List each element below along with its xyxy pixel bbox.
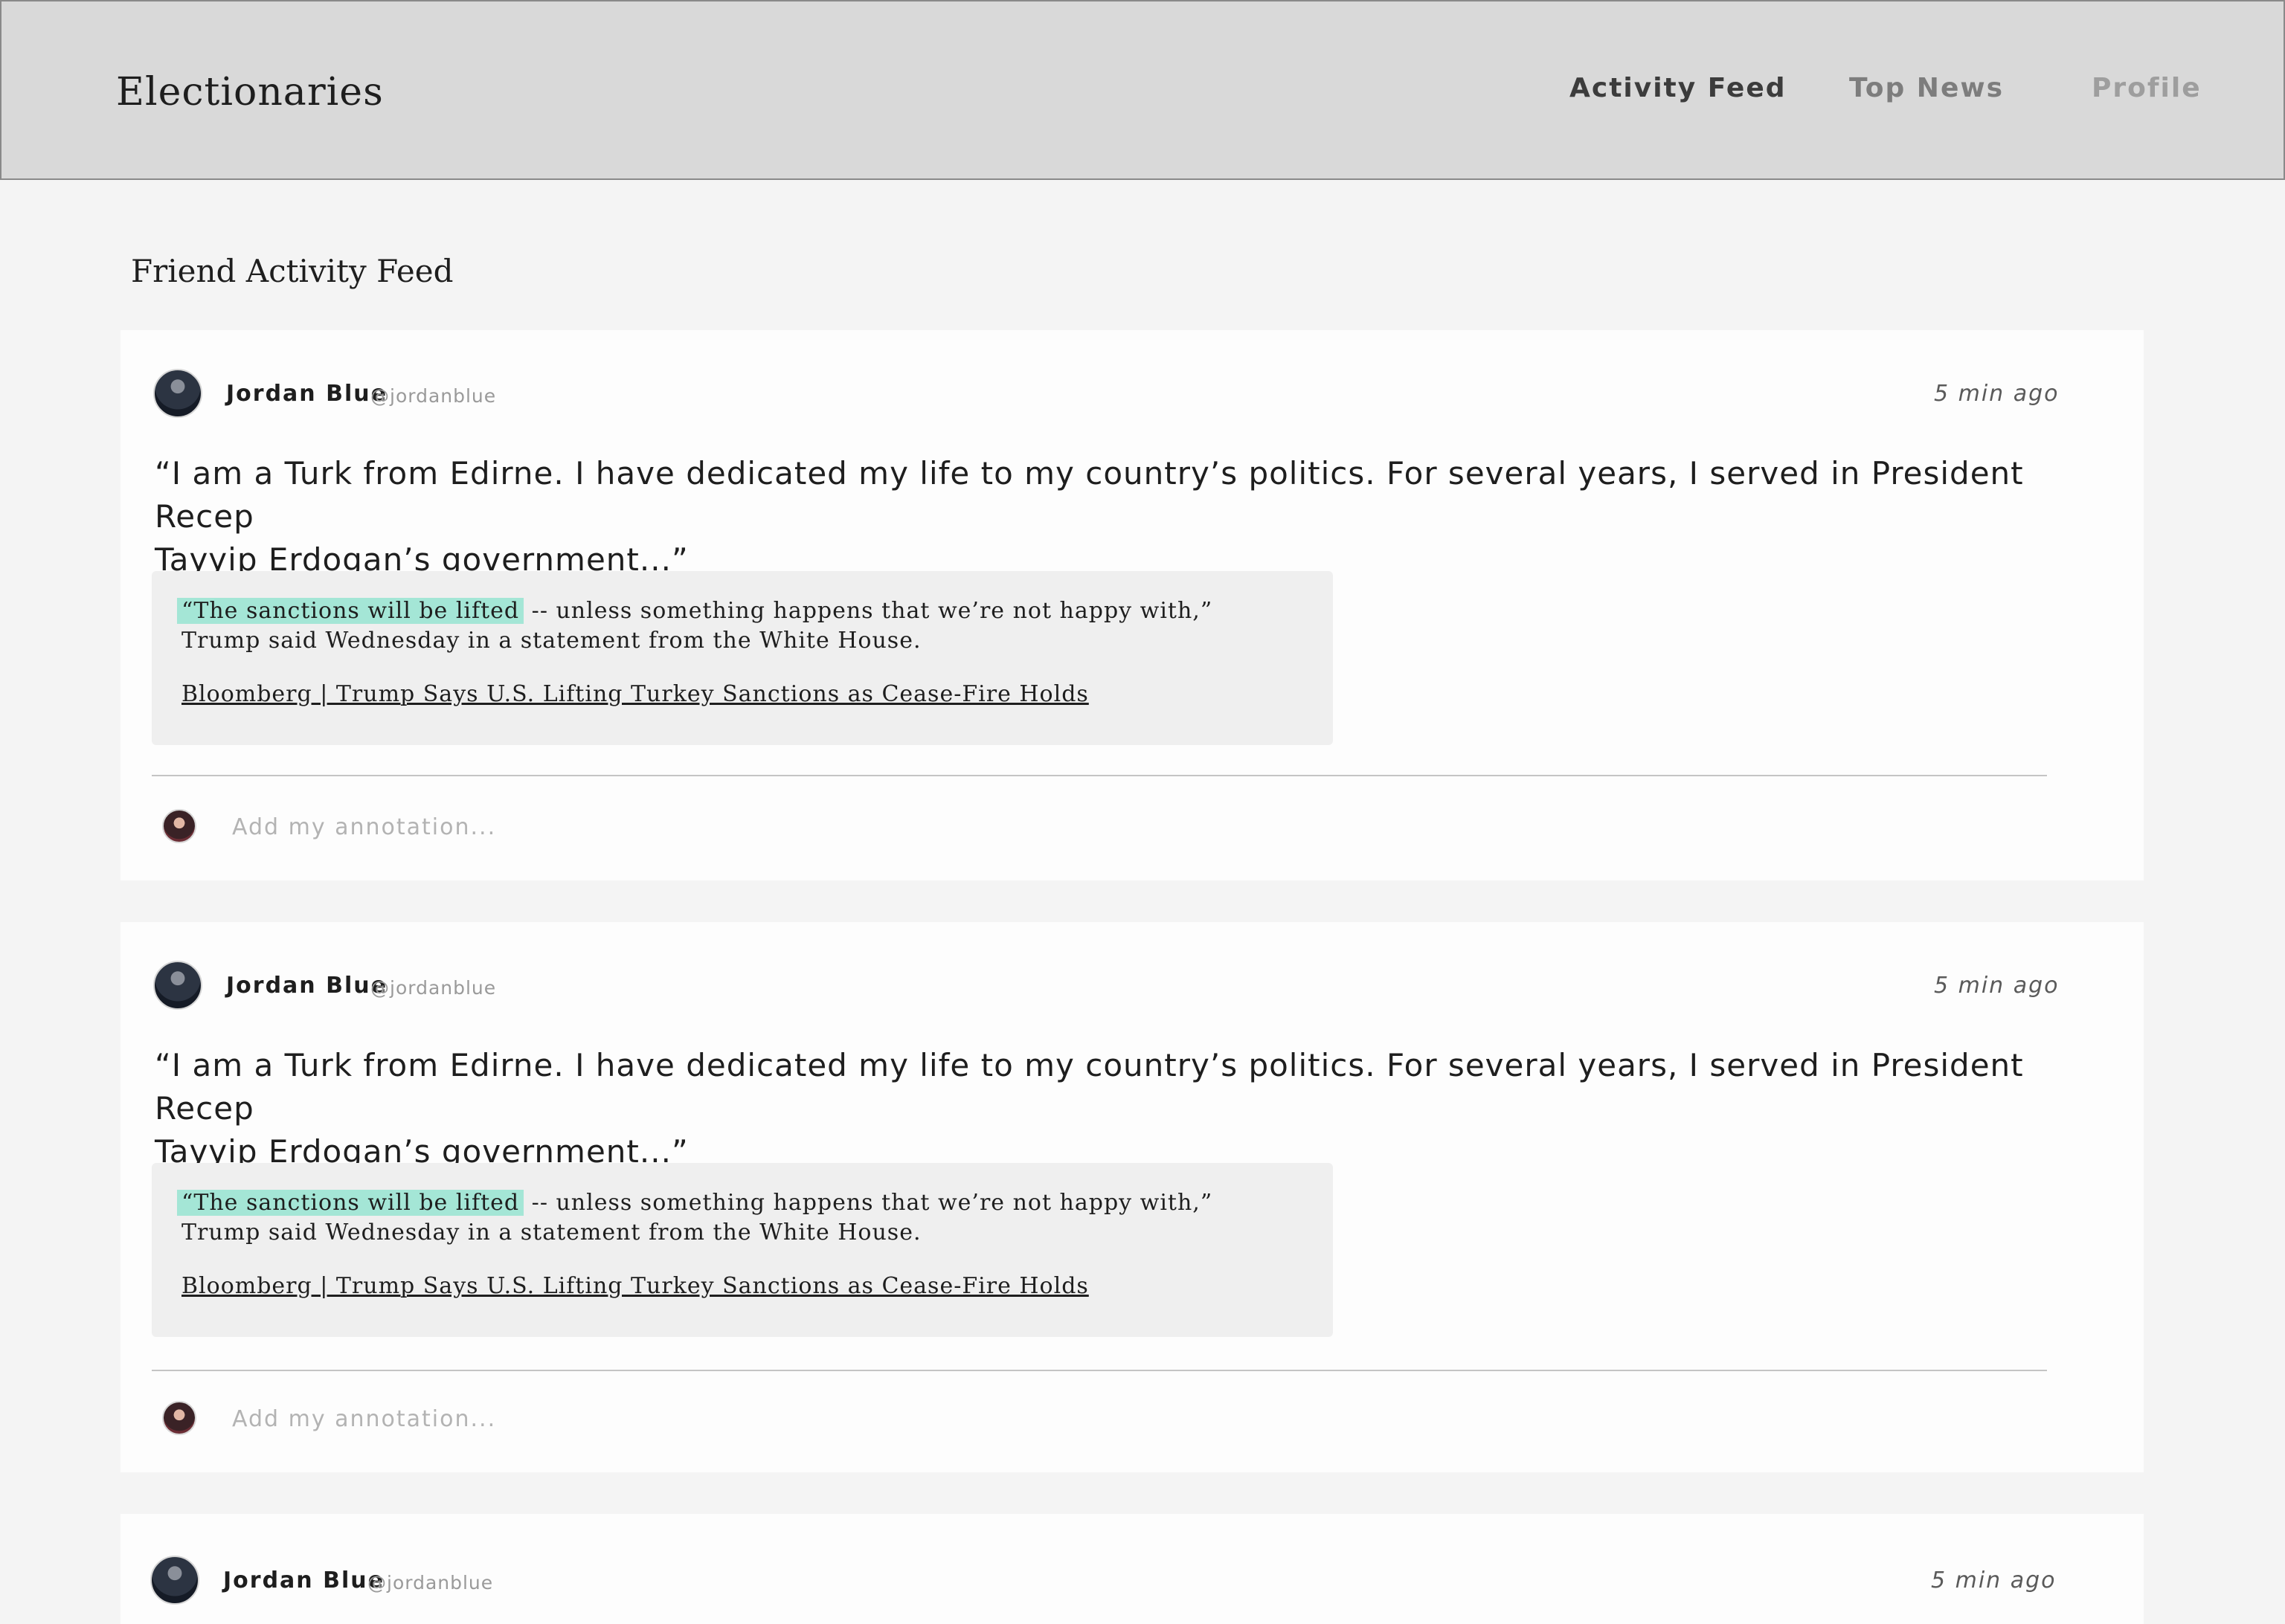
author-avatar-icon[interactable] <box>153 961 202 1010</box>
post-timestamp: 5 min ago <box>1931 1567 2057 1594</box>
annotation-input[interactable] <box>232 1396 1125 1441</box>
nav-top-news[interactable]: Top News <box>1849 73 2004 103</box>
excerpt-highlight[interactable]: “The sanctions will be lifted <box>177 598 524 624</box>
post-quote: “I am a Turk from Edirne. I have dedicat… <box>155 452 2133 581</box>
excerpt-text-rest: -- unless something happens that we’re n… <box>524 598 1213 624</box>
excerpt-text-rest: -- unless something happens that we’re n… <box>524 1190 1213 1216</box>
post-quote: “I am a Turk from Edirne. I have dedicat… <box>155 1044 2133 1173</box>
nav-profile[interactable]: Profile <box>2092 73 2202 103</box>
app-brand[interactable]: Electionaries <box>116 70 384 115</box>
author-avatar-icon[interactable] <box>153 369 202 418</box>
post-quote-line: “I am a Turk from Edirne. I have dedicat… <box>155 1047 2024 1127</box>
source-link[interactable]: Bloomberg | Trump Says U.S. Lifting Turk… <box>181 1273 1089 1299</box>
post-quote-line: “I am a Turk from Edirne. I have dedicat… <box>155 455 2024 535</box>
post-timestamp: 5 min ago <box>1934 381 2060 407</box>
feed-card: Jordan Blue @jordanblue 5 min ago “I am … <box>120 922 2144 1472</box>
top-navigation-bar: Electionaries Activity Feed Top News Pro… <box>0 0 2285 180</box>
source-link[interactable]: Bloomberg | Trump Says U.S. Lifting Turk… <box>181 681 1089 707</box>
article-excerpt: “The sanctions will be lifted -- unless … <box>152 571 1333 745</box>
excerpt-text-line: Trump said Wednesday in a statement from… <box>181 1219 922 1246</box>
my-avatar-icon <box>162 809 196 843</box>
author-avatar-icon[interactable] <box>150 1556 199 1605</box>
nav-activity-feed[interactable]: Activity Feed <box>1569 73 1787 103</box>
page-title: Friend Activity Feed <box>131 253 454 289</box>
author-handle[interactable]: @jordanblue <box>370 977 496 999</box>
author-handle[interactable]: @jordanblue <box>367 1572 493 1594</box>
author-name[interactable]: Jordan Blue <box>223 1567 385 1594</box>
author-handle[interactable]: @jordanblue <box>370 385 496 407</box>
author-name[interactable]: Jordan Blue <box>226 973 388 999</box>
feed-card: Jordan Blue @jordanblue 5 min ago <box>120 1514 2144 1624</box>
feed-card: Jordan Blue @jordanblue 5 min ago “I am … <box>120 330 2144 880</box>
excerpt-highlight[interactable]: “The sanctions will be lifted <box>177 1190 524 1216</box>
divider <box>152 1370 2047 1371</box>
article-excerpt: “The sanctions will be lifted -- unless … <box>152 1163 1333 1337</box>
divider <box>152 775 2047 776</box>
excerpt-text: “The sanctions will be lifted -- unless … <box>177 596 1312 656</box>
my-avatar-icon <box>162 1401 196 1435</box>
author-name[interactable]: Jordan Blue <box>226 381 388 407</box>
annotation-input[interactable] <box>232 805 1125 849</box>
post-timestamp: 5 min ago <box>1934 973 2060 999</box>
excerpt-text-line: Trump said Wednesday in a statement from… <box>181 628 922 654</box>
excerpt-text: “The sanctions will be lifted -- unless … <box>177 1188 1312 1248</box>
